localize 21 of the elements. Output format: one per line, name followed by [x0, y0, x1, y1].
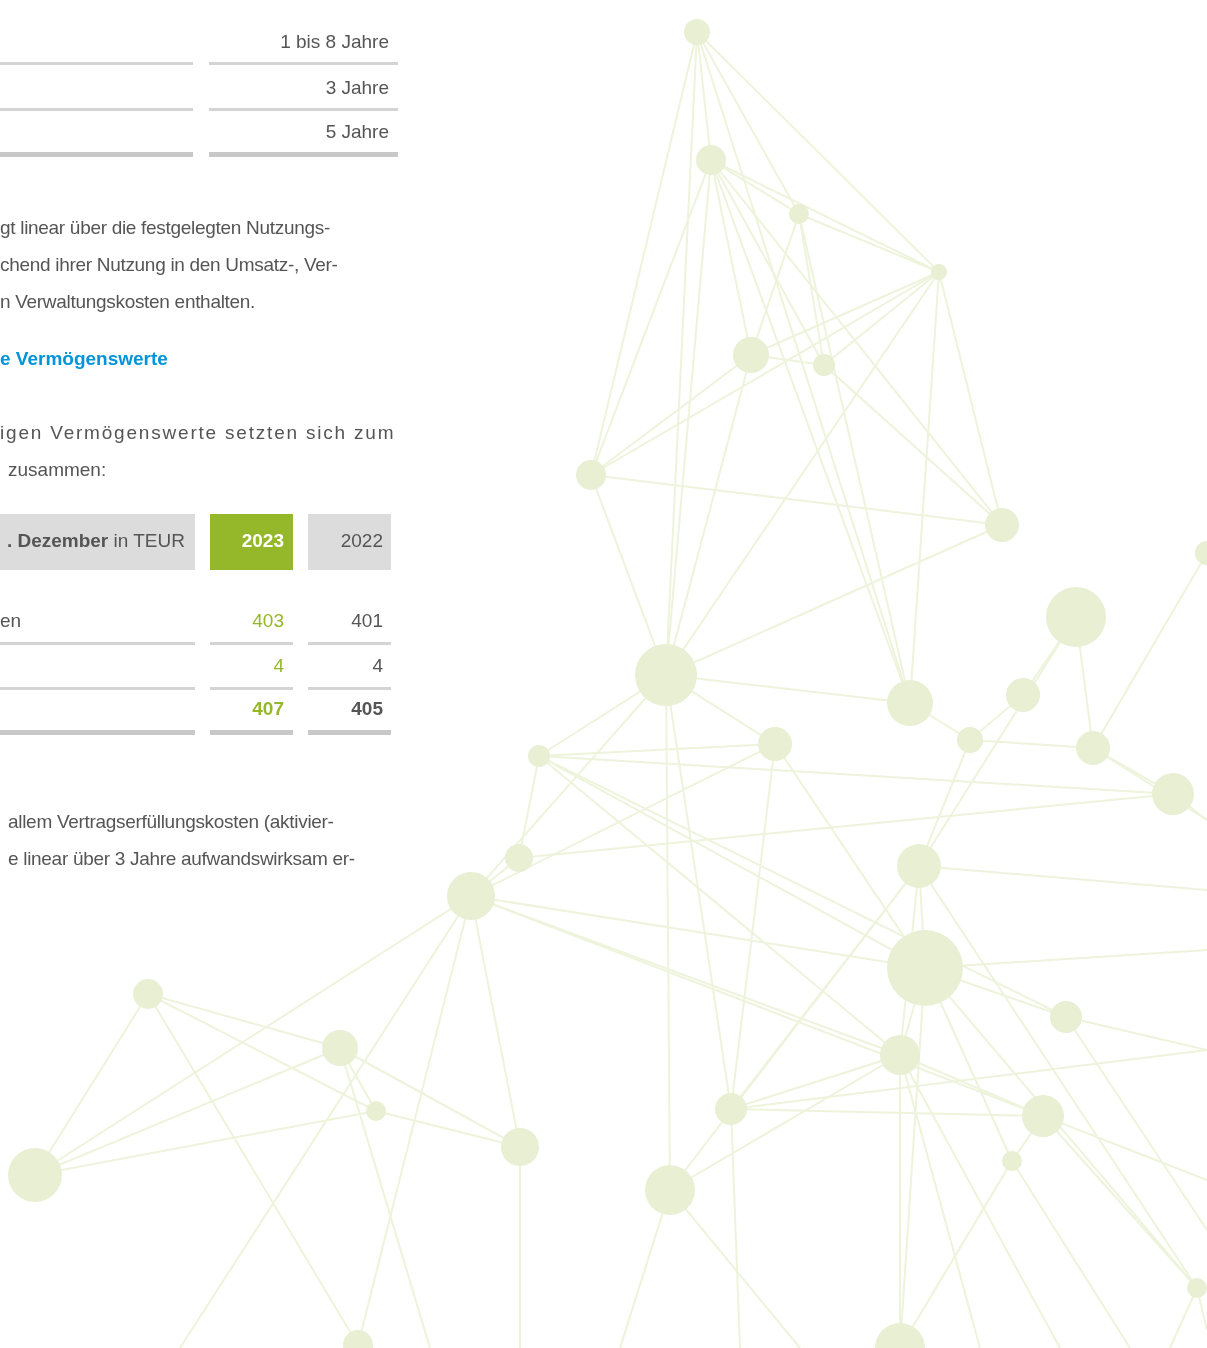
table-cell: 403	[210, 599, 293, 645]
paragraph-line: zusammen:	[7, 457, 108, 482]
table-cell: 1 bis 8 Jahre	[209, 19, 398, 65]
year-header: 2023	[210, 513, 293, 570]
paragraph-line: allem Vertragserfüllungskosten (aktivier-	[8, 809, 335, 834]
paragraph-line: chend ihrer Nutzung in den Umsatz-, Ver-	[0, 253, 339, 277]
paragraph-line: n Verwaltungskosten enthalten.	[0, 290, 257, 314]
year-header: 2022	[308, 513, 391, 570]
table-cell: 4	[308, 644, 391, 690]
table-cell: 5 Jahre	[209, 111, 398, 157]
table-cell: 405	[308, 689, 391, 735]
table-cell: 407	[210, 689, 293, 735]
row-label: en	[0, 609, 22, 633]
paragraph-line: igen Vermögenswerte setzten sich zum	[0, 420, 397, 445]
section-heading: e Vermögenswerte	[0, 347, 169, 371]
paragraph-line: gt linear über die festgelegten Nutzungs-	[0, 216, 331, 240]
table-cell: 4	[210, 644, 293, 690]
paragraph-line: e linear über 3 Jahre aufwandswirksam er-	[8, 846, 356, 871]
table-cell: 3 Jahre	[209, 65, 398, 111]
table-cell: 401	[308, 599, 391, 645]
table-header-cell: . Dezember in TEUR	[0, 513, 195, 570]
